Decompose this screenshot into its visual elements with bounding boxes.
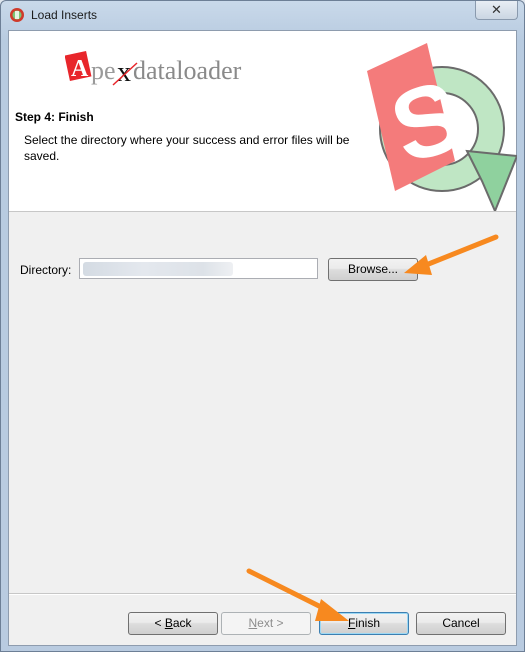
directory-label: Directory: — [20, 263, 72, 277]
back-accel: B — [164, 616, 173, 630]
back-button[interactable]: < Back — [128, 612, 218, 635]
next-label: ext > — [257, 616, 284, 630]
close-button[interactable]: ✕ — [475, 1, 518, 20]
cancel-label: Cancel — [442, 616, 480, 630]
svg-text:pe: pe — [91, 56, 116, 85]
step-description: Select the directory where your success … — [24, 133, 350, 163]
footer-separator — [9, 593, 516, 595]
wizard-header: A pe x dataloader Step 4: Finish Select … — [9, 31, 517, 212]
app-icon — [10, 8, 24, 22]
dataloader-refresh-logo: S — [367, 43, 517, 211]
next-accel: N — [248, 616, 258, 630]
back-label: ack — [172, 616, 192, 630]
cancel-button[interactable]: Cancel — [416, 612, 506, 635]
step-title: Step 4: Finish — [15, 110, 94, 124]
finish-label: inish — [355, 616, 381, 630]
svg-text:dataloader: dataloader — [133, 56, 242, 85]
wizard-body: A pe x dataloader Step 4: Finish Select … — [8, 30, 517, 646]
svg-text:x: x — [117, 57, 131, 88]
back-prefix: < — [154, 616, 165, 630]
browse-label: Browse... — [347, 262, 398, 276]
directory-input[interactable] — [79, 258, 318, 279]
title-bar[interactable]: Load Inserts ✕ — [1, 1, 524, 29]
dialog-window: Load Inserts ✕ A pe x dataloader Step 4:… — [0, 0, 525, 652]
browse-button[interactable]: Browse... — [328, 258, 418, 281]
next-button[interactable]: Next > — [221, 612, 311, 635]
svg-text:A: A — [71, 56, 89, 82]
finish-button[interactable]: Finish — [319, 612, 409, 635]
window-title: Load Inserts — [31, 8, 98, 22]
apex-dataloader-logo: A pe x dataloader — [65, 50, 242, 88]
close-icon: ✕ — [491, 2, 502, 17]
